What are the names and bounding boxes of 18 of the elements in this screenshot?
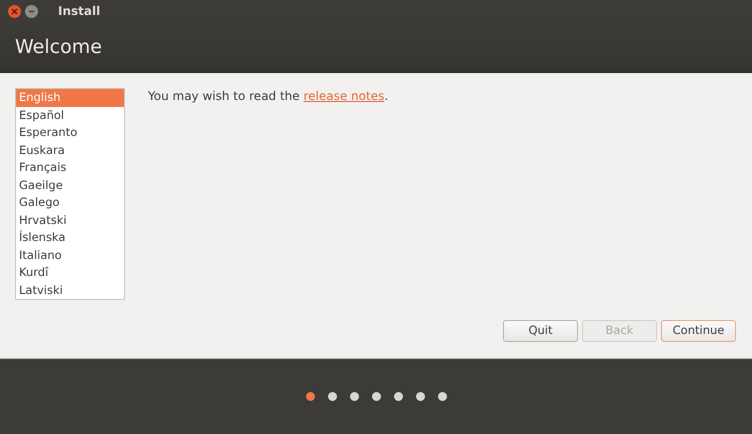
language-item[interactable]: Gaeilge <box>16 176 124 194</box>
language-item[interactable]: Italiano <box>16 246 124 264</box>
language-item[interactable]: Français <box>16 159 124 176</box>
language-item[interactable]: Euskara <box>16 142 124 159</box>
language-item[interactable]: Galego <box>16 194 124 212</box>
minimize-icon[interactable] <box>25 4 38 18</box>
window-title: Install <box>58 3 100 20</box>
language-item[interactable]: Hrvatski <box>16 212 124 229</box>
dialog-button[interactable]: Quit <box>503 320 578 342</box>
language-item[interactable]: Íslenska <box>16 229 124 246</box>
page-title: Welcome <box>15 34 102 60</box>
language-item[interactable]: Español <box>16 106 124 124</box>
dialog-button[interactable]: Continue <box>661 320 736 342</box>
language-item[interactable]: Kurdî <box>16 264 124 282</box>
language-item[interactable]: Latviski <box>16 282 124 299</box>
notes-sentence: You may wish to read the release notes. <box>148 89 388 103</box>
close-icon[interactable] <box>8 4 21 18</box>
language-item[interactable]: Esperanto <box>16 124 124 142</box>
